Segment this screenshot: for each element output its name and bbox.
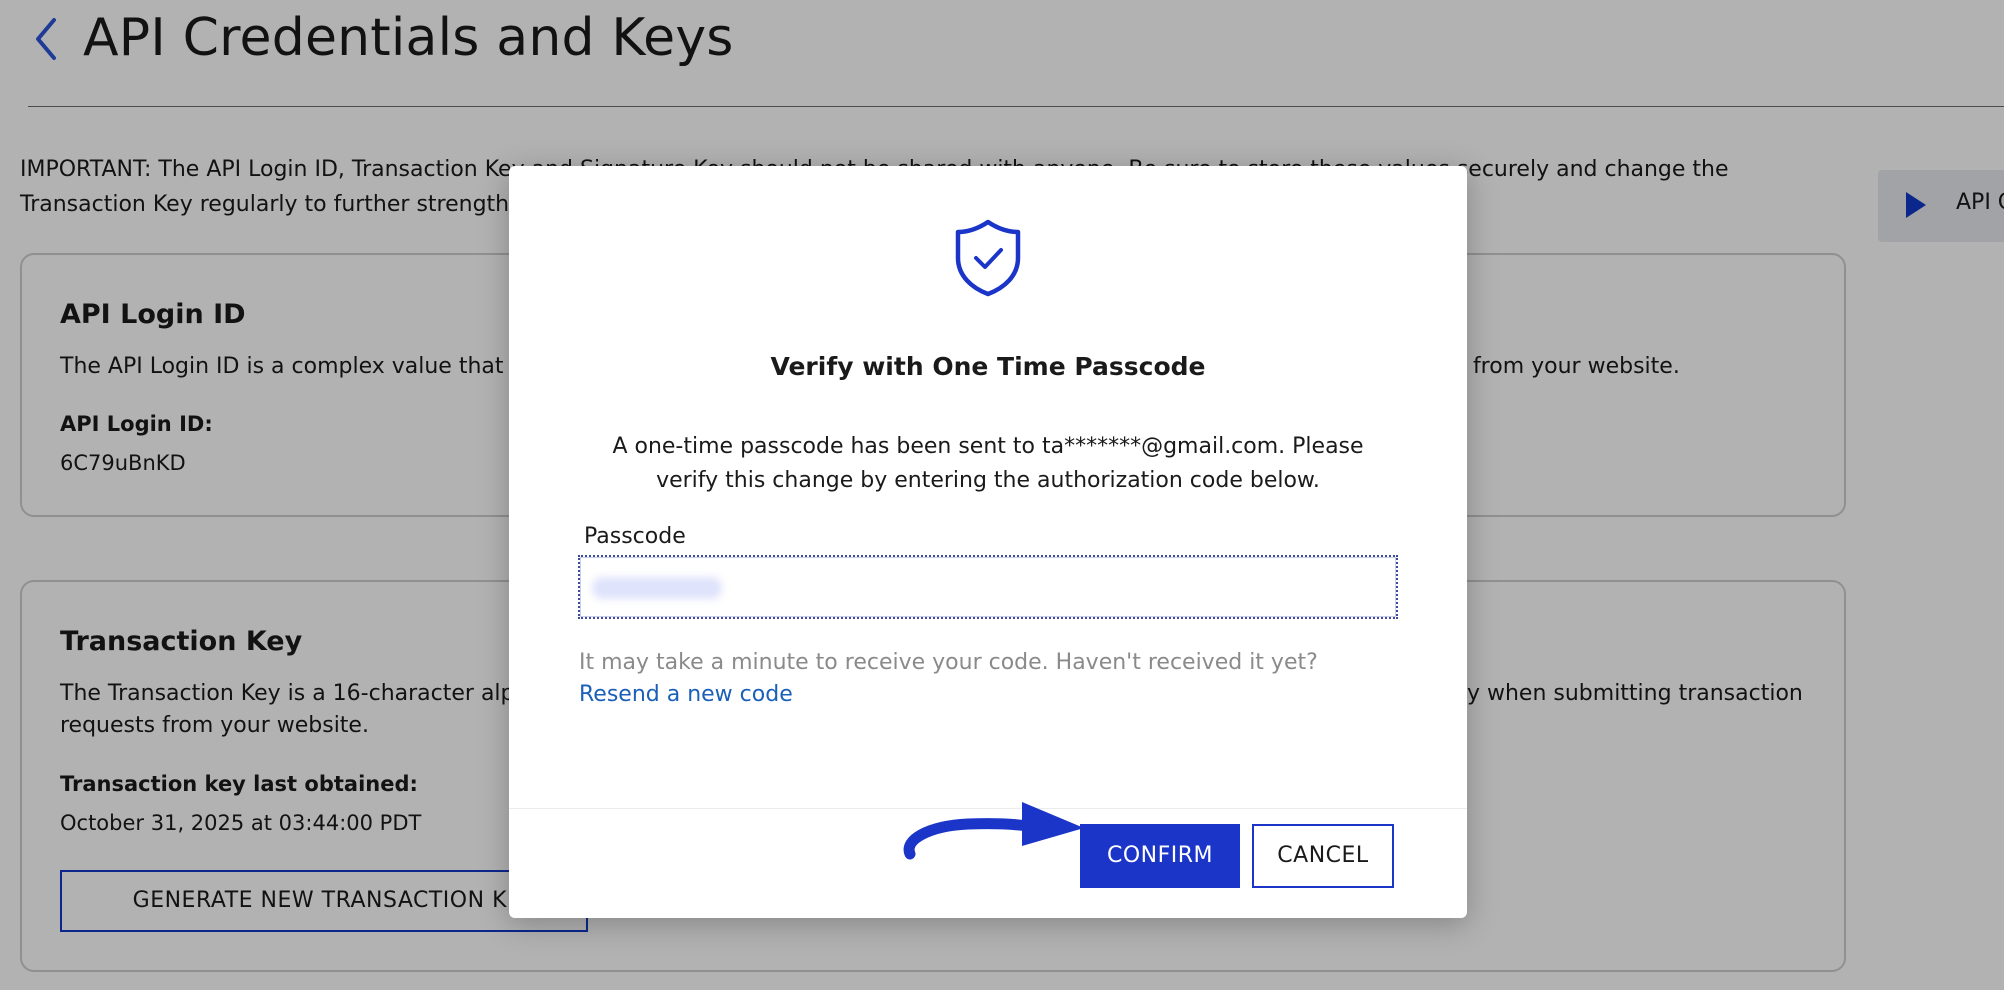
resend-code-link[interactable]: Resend a new code — [579, 682, 793, 707]
passcode-input[interactable] — [578, 555, 1398, 619]
modal-title: Verify with One Time Passcode — [770, 352, 1206, 381]
passcode-redacted-value — [592, 577, 722, 599]
shield-check-icon — [955, 219, 1021, 297]
cancel-button[interactable]: CANCEL — [1252, 824, 1394, 888]
passcode-label: Passcode — [584, 524, 686, 549]
modal-message: A one-time passcode has been sent to ta*… — [612, 434, 1364, 493]
curved-arrow-icon — [903, 802, 1084, 860]
code-hint-text: It may take a minute to receive your cod… — [579, 650, 1318, 675]
confirm-button[interactable]: CONFIRM — [1080, 824, 1240, 888]
